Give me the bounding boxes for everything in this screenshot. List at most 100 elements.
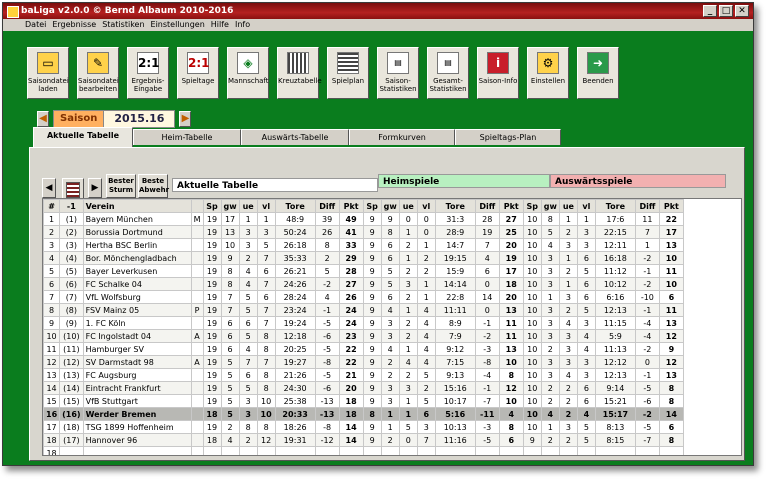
season-info-button[interactable]: i Saison-Info bbox=[477, 47, 519, 99]
folder-open-icon: ▭ bbox=[37, 52, 59, 74]
col-header[interactable]: Pkt bbox=[498, 199, 524, 213]
cell-team: Hertha BSC Berlin bbox=[82, 238, 192, 252]
col-header[interactable]: # bbox=[43, 199, 61, 213]
total-stats-button[interactable]: ▤ Gesamt-Statistiken bbox=[427, 47, 469, 99]
best-defense-button[interactable]: Beste Abwehr bbox=[138, 174, 169, 198]
cell-away: 3 bbox=[558, 238, 578, 252]
table-view-button[interactable] bbox=[62, 178, 84, 200]
col-header[interactable]: Verein bbox=[82, 199, 192, 213]
load-season-button[interactable]: ▭ Saisondatei laden bbox=[27, 47, 69, 99]
menu-info[interactable]: Info bbox=[235, 19, 250, 31]
col-header[interactable]: Pkt bbox=[338, 199, 364, 213]
col-header[interactable]: Sp bbox=[202, 199, 222, 213]
tab-away-table[interactable]: Auswärts-Tabelle bbox=[241, 129, 349, 145]
scroll-left-button[interactable]: ◀ bbox=[42, 178, 56, 198]
table-row[interactable]: 16 (16) Werder Bremen 18 5 3 10 20:33 -13 18 8 1 1 6 5… bbox=[43, 407, 684, 421]
col-header[interactable]: ue bbox=[398, 199, 418, 213]
menu-ergebnisse[interactable]: Ergebnisse bbox=[52, 19, 96, 31]
col-header[interactable]: -1 bbox=[59, 199, 84, 213]
cell-pkt: 28 bbox=[338, 264, 364, 278]
table-row[interactable]: 13 (13) FC Augsburg 19 5 6 8 21:26 -5 21 9 2 2 5 9:13-… bbox=[43, 368, 684, 382]
table-row[interactable]: 8 (8) FSV Mainz 05 P 19 7 5 7 23:24 -1 24 9 4 1 4 11:11… bbox=[43, 303, 684, 317]
tab-home-table[interactable]: Heim-Tabelle bbox=[133, 129, 241, 145]
cell-team: Bor. Mönchengladbach bbox=[82, 251, 192, 265]
col-header[interactable]: vl bbox=[256, 199, 276, 213]
menu-einstellungen[interactable]: Einstellungen bbox=[151, 19, 205, 31]
team-icon: ◈ bbox=[237, 52, 259, 74]
col-header[interactable]: Diff bbox=[474, 199, 500, 213]
col-header[interactable]: Tore bbox=[434, 199, 476, 213]
season-value: 2015.16 bbox=[104, 110, 176, 128]
table-row[interactable]: 10 (10) FC Ingolstadt 04 A 19 6 5 8 12:18 -6 23 9 3 2… bbox=[43, 329, 684, 343]
team-button[interactable]: ◈ Mannschaft bbox=[227, 47, 269, 99]
cell-empty bbox=[416, 446, 436, 455]
col-header[interactable]: Diff bbox=[634, 199, 660, 213]
cell-mark bbox=[190, 407, 204, 421]
cell-vl: 10 bbox=[256, 394, 276, 408]
cell-sp: 19 bbox=[202, 355, 222, 369]
cell-home: 1 bbox=[416, 290, 436, 304]
table-row[interactable]: 6 (6) FC Schalke 04 19 8 4 7 24:26 -2 27 9 5 3 1 14:14… bbox=[43, 277, 684, 291]
maximize-button[interactable]: □ bbox=[719, 5, 733, 17]
schedule-button[interactable]: Spielplan bbox=[327, 47, 369, 99]
previous-season-button[interactable]: ◀ bbox=[37, 111, 49, 127]
exit-button[interactable]: ➜ Beenden bbox=[577, 47, 619, 99]
col-header[interactable]: vl bbox=[416, 199, 436, 213]
cell-away: 11:13 bbox=[594, 342, 636, 356]
table-row[interactable]: 15 (15) VfB Stuttgart 19 5 3 10 25:38 -13 18 9 3 1 5 1… bbox=[43, 394, 684, 408]
col-header[interactable]: Tore bbox=[274, 199, 316, 213]
settings-button[interactable]: ⚙ Einstellen bbox=[527, 47, 569, 99]
cell-away: 4 bbox=[576, 342, 596, 356]
tab-matchday-plan[interactable]: Spieltags-Plan bbox=[455, 129, 561, 145]
tab-form-curves[interactable]: Formkurven bbox=[349, 129, 455, 145]
league-table-grid[interactable]: # -1 Verein Sp gw ue vl Tore Diff Pkt Sp… bbox=[42, 198, 742, 456]
table-row[interactable]: 4 (4) Bor. Mönchengladbach 19 9 2 7 35:33 2 29 9 6 1… bbox=[43, 251, 684, 265]
col-header[interactable]: Tore bbox=[594, 199, 636, 213]
menu-datei[interactable]: Datei bbox=[25, 19, 46, 31]
col-header[interactable]: gw bbox=[220, 199, 240, 213]
scroll-right-button[interactable]: ▶ bbox=[88, 178, 102, 198]
table-row[interactable]: 12 (12) SV Darmstadt 98 A 19 5 7 7 19:27 -8 22 9 2 4 4… bbox=[43, 355, 684, 369]
table-row[interactable]: 5 (5) Bayer Leverkusen 19 8 4 6 26:21 5 28 9 5 2 2 15:… bbox=[43, 264, 684, 278]
menu-statistiken[interactable]: Statistiken bbox=[102, 19, 144, 31]
tab-current-table[interactable]: Aktuelle Tabelle bbox=[33, 127, 133, 147]
col-header[interactable]: Sp bbox=[522, 199, 542, 213]
app-icon bbox=[7, 6, 19, 18]
menu-hilfe[interactable]: Hilfe bbox=[211, 19, 229, 31]
col-header[interactable]: gw bbox=[540, 199, 560, 213]
col-header[interactable]: ue bbox=[558, 199, 578, 213]
col-header[interactable]: Pkt bbox=[658, 199, 684, 213]
col-header[interactable]: Sp bbox=[362, 199, 382, 213]
cell-sp: 19 bbox=[202, 368, 222, 382]
cell-home: 9 bbox=[362, 238, 382, 252]
table-row[interactable]: 9 (9) 1. FC Köln 19 6 6 7 19:24 -5 24 9 3 2 4 8:9 -1 11 1… bbox=[43, 316, 684, 330]
season-stats-button[interactable]: ▤ Saison-Statistiken bbox=[377, 47, 419, 99]
table-row[interactable]: 18 bbox=[43, 446, 684, 455]
table-row[interactable]: 11 (11) Hamburger SV 19 6 4 8 20:25 -5 22 9 4 1 4 9:12… bbox=[43, 342, 684, 356]
col-header[interactable]: ue bbox=[238, 199, 258, 213]
edit-season-button[interactable]: ✎ Saisondatei bearbeiten bbox=[77, 47, 119, 99]
score-entry-button[interactable]: 2:1 Ergebnis-Eingabe bbox=[127, 47, 169, 99]
table-row[interactable]: 18 (17) Hannover 96 18 4 2 12 19:31 -12 14 9 2 0 7 11:… bbox=[43, 433, 684, 447]
col-header[interactable]: vl bbox=[576, 199, 596, 213]
cell-tore: 21:26 bbox=[274, 368, 316, 382]
close-button[interactable]: ✕ bbox=[735, 5, 749, 17]
table-row[interactable]: 7 (7) VfL Wolfsburg 19 7 5 6 28:24 4 26 9 6 2 1 22:8 14… bbox=[43, 290, 684, 304]
col-header[interactable]: Diff bbox=[314, 199, 340, 213]
best-attack-button[interactable]: Bester Sturm bbox=[106, 174, 136, 198]
table-row[interactable]: 3 (3) Hertha BSC Berlin 19 10 3 5 26:18 8 33 9 6 2 1 1… bbox=[43, 238, 684, 252]
table-row[interactable]: 1 (1) Bayern München M 19 17 1 1 48:9 39 49 9 9 0 0 31:… bbox=[43, 212, 684, 226]
next-season-button[interactable]: ▶ bbox=[179, 111, 192, 127]
matchdays-button[interactable]: 2:1 Spieltage bbox=[177, 47, 219, 99]
cell-home: 22:8 bbox=[434, 290, 476, 304]
table-row[interactable]: 14 (14) Eintracht Frankfurt 19 5 5 8 24:30 -6 20 9… bbox=[43, 381, 684, 395]
cross-table-button[interactable]: Kreuztabelle bbox=[277, 47, 322, 99]
col-header[interactable]: gw bbox=[380, 199, 400, 213]
cell-away: 8:15 bbox=[594, 433, 636, 447]
minimize-button[interactable]: _ bbox=[703, 5, 717, 17]
cell-tore: 19:27 bbox=[274, 355, 316, 369]
table-row[interactable]: 2 (2) Borussia Dortmund 19 13 3 3 50:24 26 41 9 8 1 0… bbox=[43, 225, 684, 239]
score-entry-icon: 2:1 bbox=[137, 52, 160, 74]
cell-ue: 4 bbox=[238, 342, 258, 356]
table-row[interactable]: 17 (18) TSG 1899 Hoffenheim 19 2 8 8 18:26 -8 14 9… bbox=[43, 420, 684, 434]
